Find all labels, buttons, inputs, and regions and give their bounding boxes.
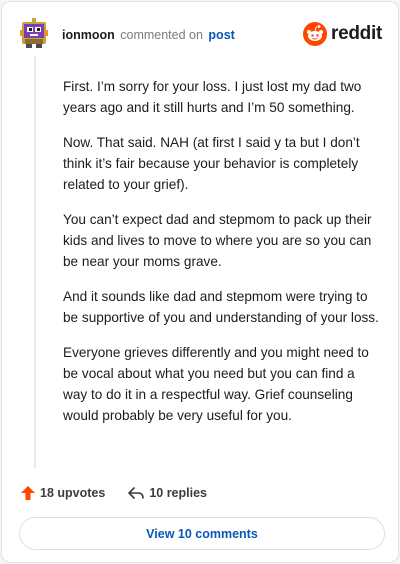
- comment-meta: ionmoon commented on post: [62, 28, 235, 42]
- comment-body: First. I’m sorry for your loss. I just l…: [63, 76, 379, 440]
- upvote-arrow-icon: [21, 486, 35, 500]
- brand-wordmark: reddit: [331, 23, 382, 44]
- reddit-logo-icon: [303, 22, 328, 46]
- thread-line: [34, 56, 36, 468]
- view-comments-button[interactable]: View 10 comments: [19, 517, 385, 550]
- replies-button[interactable]: 10 replies: [127, 485, 207, 501]
- comment-card: ionmoon commented on post reddit First. …: [1, 1, 399, 563]
- replies-count: 10 replies: [149, 486, 207, 500]
- comment-header: ionmoon commented on post reddit: [20, 18, 382, 54]
- reply-arrow-icon: [128, 487, 145, 499]
- reddit-brand[interactable]: reddit: [303, 21, 382, 47]
- upvote-button[interactable]: 18 upvotes: [20, 485, 105, 501]
- action-text: commented on: [120, 28, 203, 42]
- comment-actions: 18 upvotes 10 replies: [20, 482, 229, 504]
- comment-paragraph: And it sounds like dad and stepmom were …: [63, 289, 379, 325]
- comment-paragraph: First. I’m sorry for your loss. I just l…: [63, 79, 362, 115]
- post-link[interactable]: post: [208, 28, 234, 42]
- upvotes-count: 18 upvotes: [40, 486, 106, 500]
- comment-paragraph: Everyone grieves differently and you mig…: [63, 345, 369, 423]
- username-link[interactable]: ionmoon: [62, 28, 115, 42]
- user-avatar-icon[interactable]: [20, 18, 50, 50]
- comment-paragraph: You can’t expect dad and stepmom to pack…: [63, 212, 372, 269]
- comment-paragraph: Now. That said. NAH (at first I said y t…: [63, 135, 360, 192]
